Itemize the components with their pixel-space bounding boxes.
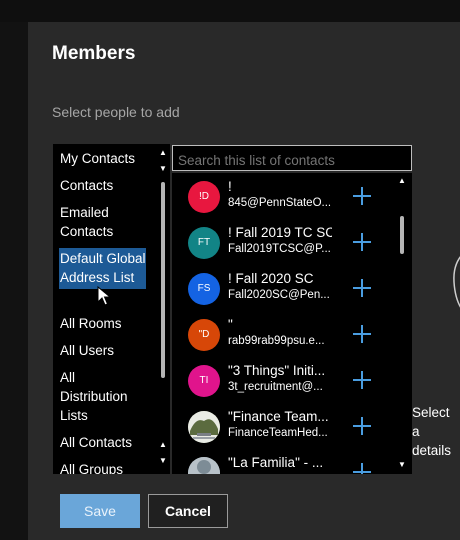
add-contact-icon[interactable] (352, 462, 372, 474)
contact-row[interactable]: FT ! Fall 2019 TC SC Fall2019TCSC@P... (172, 220, 400, 266)
add-contact-icon[interactable] (352, 416, 372, 436)
contact-row[interactable]: "D " rab99rab99psu.e... (172, 312, 400, 358)
la-familia-photo-icon (188, 457, 220, 474)
avatar: FT (188, 227, 220, 259)
scroll-down-icon[interactable]: ▼ (158, 456, 168, 466)
contact-list[interactable]: !D ! 845@PennStateO... FT ! Fall 2019 TC… (172, 173, 412, 474)
finance-team-photo-icon (188, 411, 220, 443)
contact-name: ! (228, 179, 232, 194)
contact-row[interactable]: !D ! 845@PennStateO... (172, 174, 400, 220)
address-book-list[interactable]: My Contacts Contacts Emailed Contacts De… (53, 144, 170, 474)
window-backdrop-top (0, 0, 460, 22)
contact-email: 3t_recruitment@... (228, 381, 323, 393)
contact-name: "La Familia" - ... (228, 455, 324, 470)
add-contact-icon[interactable] (352, 186, 372, 206)
contact-email: Fall2020SC@Pen... (228, 289, 330, 301)
contact-email: Fall2019TCSC@P... (228, 243, 331, 255)
dialog-subtitle: Select people to add (52, 104, 180, 120)
mouse-cursor-icon (97, 286, 111, 306)
contact-name: "Finance Team... (228, 409, 329, 424)
address-book-item-all-groups[interactable]: All Groups (60, 460, 144, 474)
address-book-item-all-rooms[interactable]: All Rooms (60, 314, 144, 333)
avatar: TI (188, 365, 220, 397)
add-contact-icon[interactable] (352, 370, 372, 390)
add-contact-icon[interactable] (352, 324, 372, 344)
dialog-title: Members (52, 43, 136, 64)
contact-search-input[interactable] (172, 145, 412, 171)
address-book-item-all-users[interactable]: All Users (60, 341, 144, 360)
address-book-item-contacts[interactable]: Contacts (60, 176, 144, 195)
scroll-up-icon[interactable]: ▲ (158, 440, 168, 450)
cancel-button[interactable]: Cancel (148, 494, 228, 528)
contact-row[interactable]: FS ! Fall 2020 SC Fall2020SC@Pen... (172, 266, 400, 312)
address-book-item-default-global-address-list[interactable]: Default Global Address List (59, 248, 146, 289)
contact-row[interactable]: TI "3 Things" Initi... 3t_recruitment@..… (172, 358, 400, 404)
scroll-up-icon[interactable]: ▲ (158, 148, 168, 158)
contact-email: FinanceTeamHed... (228, 427, 328, 439)
contact-row[interactable]: "Finance Team... FinanceTeamHed... (172, 404, 400, 450)
contact-name: " (228, 317, 233, 332)
address-book-scrollbar-thumb[interactable] (161, 182, 165, 378)
contact-list-scrollbar-thumb[interactable] (400, 216, 404, 254)
contact-email: 845@PennStateO... (228, 197, 332, 209)
contact-name: ! Fall 2019 TC SC (228, 225, 332, 240)
add-contact-icon[interactable] (352, 232, 372, 252)
avatar: FS (188, 273, 220, 305)
contact-email: rab99rab99psu.e... (228, 335, 325, 347)
members-dialog: Members Select people to add My Contacts… (28, 22, 460, 540)
save-button[interactable]: Save (60, 494, 140, 528)
avatar: !D (188, 181, 220, 213)
address-book-item-all-contacts[interactable]: All Contacts (60, 433, 144, 452)
scroll-down-icon[interactable]: ▼ (397, 460, 407, 470)
contact-name: "3 Things" Initi... (228, 363, 326, 378)
details-placeholder-graphic (453, 256, 460, 308)
scroll-up-icon[interactable]: ▲ (397, 176, 407, 186)
contact-row[interactable]: "La Familia" - ... (172, 450, 400, 474)
add-contact-icon[interactable] (352, 278, 372, 298)
window-backdrop-left (0, 22, 28, 540)
avatar-photo (188, 411, 220, 443)
avatar: "D (188, 319, 220, 351)
address-book-item-all-distribution-lists[interactable]: All Distribution Lists (60, 368, 144, 425)
scroll-down-icon[interactable]: ▼ (158, 164, 168, 174)
details-hint: Select a details (412, 405, 452, 458)
address-book-item-emailed-contacts[interactable]: Emailed Contacts (60, 203, 144, 241)
avatar-photo (188, 457, 220, 474)
contact-name: ! Fall 2020 SC (228, 271, 314, 286)
address-book-item-my-contacts[interactable]: My Contacts (60, 149, 144, 168)
